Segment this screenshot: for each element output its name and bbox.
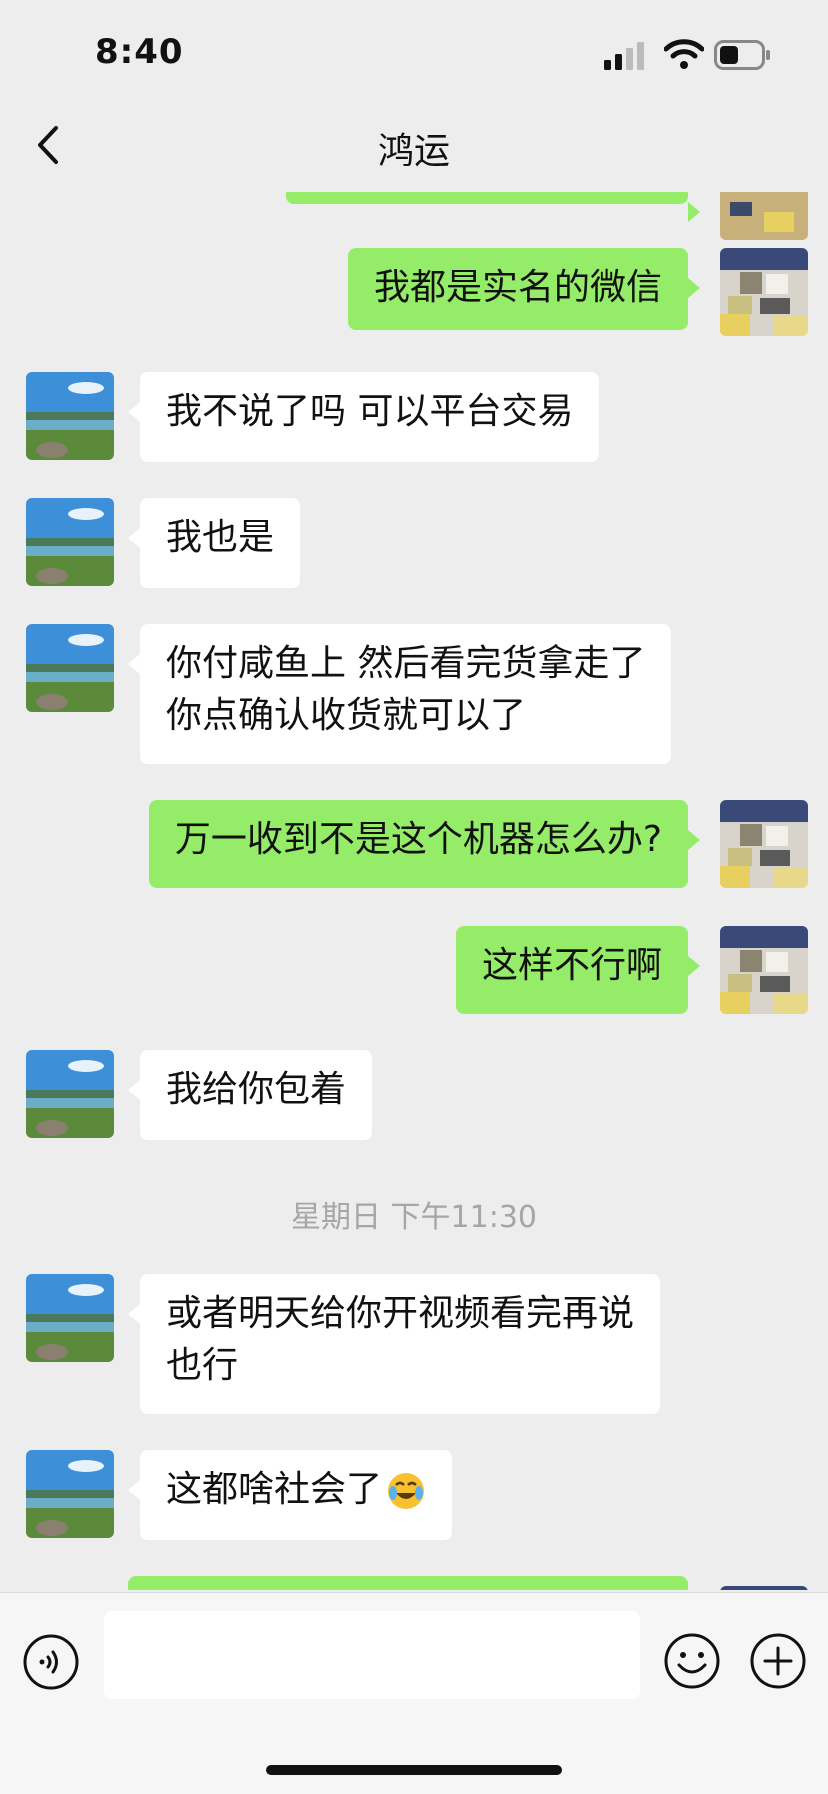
message-bubble-outgoing[interactable]: 这样不行啊 <box>455 926 701 1014</box>
battery-icon <box>714 40 770 70</box>
emoji-icon[interactable] <box>662 1631 722 1691</box>
voice-input-icon[interactable] <box>22 1633 80 1691</box>
plus-more-icon[interactable] <box>748 1631 808 1691</box>
message-list[interactable]: 我都是实名的微信 我不说了吗 可以平台交易 我也是 你付咸鱼上 然后看完货拿走了… <box>0 192 828 1590</box>
friend-avatar[interactable] <box>26 372 114 460</box>
message-text: 这都啥社会了 <box>166 1469 383 1510</box>
message-bubble-incoming[interactable]: 这都啥社会了 <box>127 1450 453 1540</box>
message-text: 或者明天给你开视频看完再说 也行 <box>166 1293 635 1386</box>
crying-laughing-emoji <box>388 1473 425 1509</box>
message-text: 我不说了吗 可以平台交易 <box>166 391 574 432</box>
friend-avatar[interactable] <box>26 1450 114 1538</box>
my-avatar[interactable] <box>720 800 808 888</box>
message-bubble-incoming[interactable]: 或者明天给你开视频看完再说 也行 <box>127 1274 661 1414</box>
message-text: 你付咸鱼上 然后看完货拿走了 你点确认收货就可以了 <box>166 643 646 736</box>
my-avatar[interactable] <box>720 248 808 336</box>
my-avatar[interactable] <box>720 192 808 240</box>
message-bubble-incoming[interactable]: 我也是 <box>127 498 301 588</box>
message-timestamp: 星期日 下午11:30 <box>291 1200 537 1235</box>
wifi-icon <box>664 39 704 69</box>
status-time: 8:40 <box>95 32 184 72</box>
message-text: 我都是实名的微信 <box>373 267 662 308</box>
home-indicator[interactable] <box>266 1765 562 1775</box>
message-text: 这样不行啊 <box>481 945 662 986</box>
friend-avatar[interactable] <box>26 498 114 586</box>
friend-avatar[interactable] <box>26 1050 114 1138</box>
friend-avatar[interactable] <box>26 1274 114 1362</box>
my-avatar[interactable] <box>720 1586 808 1590</box>
message-text: 我也是 <box>166 517 275 558</box>
message-bubble-partial[interactable] <box>286 192 700 222</box>
message-text: 我给你包着 <box>166 1069 347 1110</box>
message-bubble-incoming[interactable]: 我不说了吗 可以平台交易 <box>127 372 600 462</box>
my-avatar[interactable] <box>720 926 808 1014</box>
chat-header: 鸿运 <box>0 100 828 192</box>
message-bubble-incoming[interactable]: 我给你包着 <box>127 1050 373 1140</box>
cellular-signal-icon <box>604 42 644 70</box>
message-bubble-outgoing[interactable]: 万一收到不是这个机器怎么办? <box>148 800 701 888</box>
message-text: 万一收到不是这个机器怎么办? <box>174 819 662 860</box>
chat-title: 鸿运 <box>377 131 450 172</box>
status-bar: 8:40 <box>0 0 828 100</box>
message-bubble-incoming[interactable]: 你付咸鱼上 然后看完货拿走了 你点确认收货就可以了 <box>127 624 672 764</box>
message-bubble-partial[interactable] <box>128 1576 688 1590</box>
message-input[interactable] <box>104 1611 640 1699</box>
message-input-bar <box>0 1592 828 1794</box>
message-bubble-outgoing[interactable]: 我都是实名的微信 <box>347 248 701 330</box>
friend-avatar[interactable] <box>26 624 114 712</box>
